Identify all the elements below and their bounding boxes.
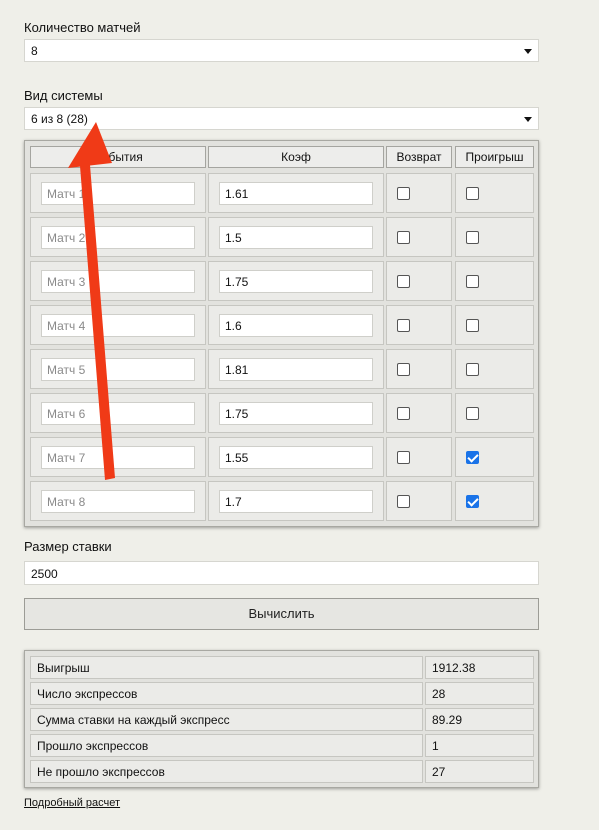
stake-label: Размер ставки [24, 539, 112, 554]
calculate-button[interactable]: Вычислить [24, 598, 539, 630]
table-row-coef-cell: 1.81 [208, 349, 384, 389]
header-loss: Проигрыш [455, 146, 534, 168]
table-row-refund-cell [386, 217, 452, 257]
table-row-refund-cell [386, 261, 452, 301]
loss-checkbox[interactable] [466, 187, 479, 200]
table-row-coef-cell: 1.55 [208, 437, 384, 477]
loss-checkbox[interactable] [466, 319, 479, 332]
refund-checkbox[interactable] [397, 495, 410, 508]
system-type-select[interactable]: 6 из 8 (28) [24, 107, 539, 130]
coef-input[interactable]: 1.55 [219, 446, 373, 469]
event-input[interactable]: Матч 2 [41, 226, 195, 249]
table-row-coef-cell: 1.7 [208, 481, 384, 521]
event-input[interactable]: Матч 7 [41, 446, 195, 469]
event-input[interactable]: Матч 5 [41, 358, 195, 381]
coef-input[interactable]: 1.61 [219, 182, 373, 205]
system-type-label: Вид системы [24, 88, 103, 103]
loss-checkbox[interactable] [466, 495, 479, 508]
event-input[interactable]: Матч 3 [41, 270, 195, 293]
table-row-event-cell: Матч 1 [30, 173, 206, 213]
table-row-loss-cell [455, 261, 534, 301]
result-label: Прошло экспрессов [30, 734, 423, 757]
table-row-coef-cell: 1.5 [208, 217, 384, 257]
refund-checkbox[interactable] [397, 363, 410, 376]
stake-input[interactable]: 2500 [24, 561, 539, 585]
header-refund: Возврат [386, 146, 452, 168]
table-row-refund-cell [386, 305, 452, 345]
table-row-loss-cell [455, 437, 534, 477]
result-value: 1 [425, 734, 534, 757]
table-row-refund-cell [386, 173, 452, 213]
matches-count-select[interactable]: 8 [24, 39, 539, 62]
table-row-refund-cell [386, 349, 452, 389]
table-row-loss-cell [455, 349, 534, 389]
chevron-down-icon [524, 117, 532, 122]
table-row-refund-cell [386, 481, 452, 521]
coef-input[interactable]: 1.7 [219, 490, 373, 513]
table-row-refund-cell [386, 437, 452, 477]
result-value: 27 [425, 760, 534, 783]
coef-input[interactable]: 1.5 [219, 226, 373, 249]
table-row-event-cell: Матч 5 [30, 349, 206, 389]
matches-count-label: Количество матчей [24, 20, 141, 35]
table-row-coef-cell: 1.61 [208, 173, 384, 213]
details-link[interactable]: Подробный расчет [24, 797, 120, 809]
table-row-event-cell: Матч 8 [30, 481, 206, 521]
refund-checkbox[interactable] [397, 275, 410, 288]
event-input[interactable]: Матч 1 [41, 182, 195, 205]
table-row-event-cell: Матч 6 [30, 393, 206, 433]
loss-checkbox[interactable] [466, 407, 479, 420]
result-label: Число экспрессов [30, 682, 423, 705]
matches-table: События Коэф Возврат Проигрыш Матч 1 1.6… [24, 140, 539, 527]
table-row-coef-cell: 1.75 [208, 261, 384, 301]
result-label: Сумма ставки на каждый экспресс [30, 708, 423, 731]
result-value: 89.29 [425, 708, 534, 731]
table-row-coef-cell: 1.75 [208, 393, 384, 433]
result-value: 28 [425, 682, 534, 705]
table-row-loss-cell [455, 481, 534, 521]
refund-checkbox[interactable] [397, 319, 410, 332]
event-input[interactable]: Матч 8 [41, 490, 195, 513]
coef-input[interactable]: 1.81 [219, 358, 373, 381]
table-row-event-cell: Матч 2 [30, 217, 206, 257]
coef-input[interactable]: 1.75 [219, 402, 373, 425]
table-row-refund-cell [386, 393, 452, 433]
loss-checkbox[interactable] [466, 451, 479, 464]
table-row-coef-cell: 1.6 [208, 305, 384, 345]
refund-checkbox[interactable] [397, 187, 410, 200]
table-row-event-cell: Матч 4 [30, 305, 206, 345]
table-row-loss-cell [455, 173, 534, 213]
refund-checkbox[interactable] [397, 231, 410, 244]
coef-input[interactable]: 1.75 [219, 270, 373, 293]
event-input[interactable]: Матч 6 [41, 402, 195, 425]
system-type-value: 6 из 8 (28) [31, 112, 88, 126]
result-label: Выигрыш [30, 656, 423, 679]
result-label: Не прошло экспрессов [30, 760, 423, 783]
header-event: События [30, 146, 206, 168]
table-row-loss-cell [455, 393, 534, 433]
refund-checkbox[interactable] [397, 451, 410, 464]
results-table: Выигрыш 1912.38 Число экспрессов 28 Сумм… [24, 650, 539, 788]
header-coef: Коэф [208, 146, 384, 168]
loss-checkbox[interactable] [466, 363, 479, 376]
table-row-loss-cell [455, 217, 534, 257]
chevron-down-icon [524, 49, 532, 54]
table-row-loss-cell [455, 305, 534, 345]
result-value: 1912.38 [425, 656, 534, 679]
table-row-event-cell: Матч 7 [30, 437, 206, 477]
coef-input[interactable]: 1.6 [219, 314, 373, 337]
table-row-event-cell: Матч 3 [30, 261, 206, 301]
event-input[interactable]: Матч 4 [41, 314, 195, 337]
refund-checkbox[interactable] [397, 407, 410, 420]
matches-count-value: 8 [31, 44, 38, 58]
loss-checkbox[interactable] [466, 275, 479, 288]
loss-checkbox[interactable] [466, 231, 479, 244]
